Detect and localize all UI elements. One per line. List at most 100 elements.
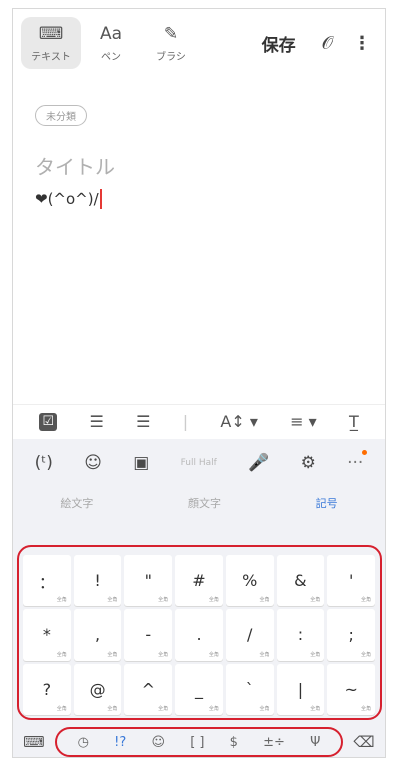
symbol-key-label: " <box>144 571 152 591</box>
divider: | <box>182 412 189 431</box>
symbol-key-label: & <box>294 571 307 591</box>
symbol-keys-grid: ：全角! 全角 " 全角 # 全角% 全角 & 全角 ' 全角 * 全角, 全角 - 全角. 全角 / 全角: 全角;… <box>23 555 375 715</box>
symbol-key-width-label: 全角 <box>208 705 219 712</box>
delete-icon[interactable]: ⌫ <box>349 733 379 751</box>
symbol-key-label: ^ <box>141 679 155 699</box>
symbol-key-label: / <box>247 625 253 645</box>
recent-icon[interactable]: ◷ <box>78 735 89 750</box>
checkbox-icon[interactable]: ☑ <box>39 412 58 431</box>
body-text: ❤(^o^)/ <box>35 190 99 208</box>
symbol-key[interactable]: ~ 全角 <box>327 663 375 715</box>
more-icon[interactable]: ··· <box>347 450 368 473</box>
mode-text-button[interactable]: ⌨ テキスト <box>21 17 81 69</box>
pen-icon: Aa <box>99 24 123 44</box>
symbol-key-width-label: 全角 <box>360 705 371 712</box>
symbol-key[interactable]: @ 全角 <box>73 663 122 715</box>
symbol-key-width-label: 全角 <box>158 705 169 712</box>
symbol-key[interactable]: / 全角 <box>225 609 274 661</box>
symbol-key[interactable]: # 全角 <box>175 555 223 607</box>
keyboard-tabs: 絵文字 顔文字 記号 <box>13 487 385 519</box>
symbol-key-label: . <box>196 625 202 645</box>
symbol-key[interactable]: * 全角 <box>23 609 71 661</box>
symbol-key-width-label: 全角 <box>158 597 169 604</box>
symbol-key[interactable]: : 全角 <box>276 609 325 661</box>
align-icon[interactable]: ≡ ▾ <box>290 412 317 431</box>
brackets-category[interactable]: [ ] <box>190 735 204 750</box>
tab-emoticon[interactable]: 顔文字 <box>188 495 221 511</box>
symbol-key-label: ' <box>348 571 354 591</box>
math-category[interactable]: ±÷ <box>263 735 285 750</box>
emoticon-category[interactable]: ☺ <box>151 735 165 750</box>
symbol-key[interactable]: % 全角 <box>225 555 274 607</box>
symbol-key-width-label: 全角 <box>310 597 321 604</box>
symbol-key[interactable]: | 全角 <box>276 663 325 715</box>
symbol-key[interactable]: ：全角 <box>23 555 71 607</box>
symbol-key-label: ~ <box>344 679 358 699</box>
symbol-key[interactable]: ` 全角 <box>225 663 274 715</box>
numbered-list-icon[interactable]: ☰ <box>136 412 150 431</box>
text-style-icon[interactable]: T̲ <box>349 412 359 431</box>
tab-symbols[interactable]: 記号 <box>316 495 338 511</box>
symbol-keyboard: (ᵗ) ☺ ▣ Full Half 🎤 ⚙ ··· 絵文字 顔文字 記号 ：全角… <box>13 439 385 757</box>
symbol-key[interactable]: ; 全角 <box>327 609 375 661</box>
sticker-icon[interactable]: ▣ <box>133 453 149 473</box>
keyboard-icon: ⌨ <box>38 24 64 44</box>
symbol-key-label: ! <box>94 571 101 591</box>
keyboard-switch-icon[interactable]: ⌨ <box>19 733 49 751</box>
symbol-key-label: # <box>192 571 206 591</box>
keyboard-toolbar: (ᵗ) ☺ ▣ Full Half 🎤 ⚙ ··· <box>13 439 385 487</box>
mode-pen-button[interactable]: Aa ペン <box>81 17 141 69</box>
symbol-key[interactable]: - 全角 <box>124 609 173 661</box>
symbol-key[interactable]: _ 全角 <box>175 663 223 715</box>
symbol-key-width-label: 全角 <box>208 651 219 658</box>
translate-icon[interactable]: (ᵗ) <box>35 453 53 473</box>
symbol-key-width-label: 全角 <box>107 651 118 658</box>
paperclip-icon[interactable]: 𝒪 <box>322 33 333 54</box>
misc-symbol-category[interactable]: Ψ <box>310 735 320 750</box>
more-options-icon[interactable]: ⋮ <box>353 33 371 54</box>
symbol-key[interactable]: & 全角 <box>276 555 325 607</box>
symbol-key[interactable]: , 全角 <box>73 609 122 661</box>
punctuation-category[interactable]: !? <box>114 735 126 750</box>
symbol-key[interactable]: ! 全角 <box>73 555 122 607</box>
symbol-key-width-label: 全角 <box>56 651 67 658</box>
symbol-key-width-label: 全角 <box>259 597 270 604</box>
symbol-key-label: - <box>145 625 152 645</box>
symbol-key-width-label: 全角 <box>259 705 270 712</box>
more-icon-glyph: ··· <box>347 453 364 473</box>
brush-icon: ✎ <box>163 24 179 44</box>
symbol-key-label: _ <box>194 679 203 699</box>
font-size-icon[interactable]: A↕ ▾ <box>220 412 257 431</box>
currency-category[interactable]: $ <box>230 735 238 750</box>
microphone-icon[interactable]: 🎤 <box>248 453 269 473</box>
keyboard-bottom-row: ⌨ ◷ !? ☺ [ ] $ ±÷ Ψ ⌫ <box>13 725 385 757</box>
bulleted-list-icon[interactable]: ☰ <box>89 412 103 431</box>
title-field[interactable]: タイトル <box>35 151 115 180</box>
save-button[interactable]: 保存 <box>262 31 296 56</box>
tab-emoji[interactable]: 絵文字 <box>60 495 93 511</box>
full-half-icon[interactable]: Full Half <box>181 458 217 468</box>
symbol-key[interactable]: . 全角 <box>175 609 223 661</box>
body-text-field[interactable]: ❤(^o^)/ <box>35 189 102 209</box>
symbol-key[interactable]: ' 全角 <box>327 555 375 607</box>
settings-icon[interactable]: ⚙ <box>301 453 316 473</box>
symbol-key-label: ` <box>245 679 254 699</box>
symbol-key-label: * <box>42 625 51 645</box>
symbol-key-label: : <box>297 625 304 645</box>
symbol-key-width-label: 全角 <box>310 651 321 658</box>
symbol-key-width-label: 全角 <box>107 705 118 712</box>
symbol-key[interactable]: ^ 全角 <box>124 663 173 715</box>
note-editor-screen: ⌨ テキスト Aa ペン ✎ ブラシ 保存 𝒪 ⋮ 未分類 タイトル ❤(^o^… <box>12 8 386 758</box>
symbol-key-label: | <box>297 679 304 699</box>
symbol-key-width-label: 全角 <box>56 705 67 712</box>
symbol-key[interactable]: " 全角 <box>124 555 173 607</box>
category-chip[interactable]: 未分類 <box>35 105 87 126</box>
symbol-key-width-label: 全角 <box>107 597 118 604</box>
text-cursor <box>99 189 102 209</box>
mode-brush-button[interactable]: ✎ ブラシ <box>141 17 201 69</box>
emoji-icon[interactable]: ☺ <box>84 453 102 473</box>
mode-brush-label: ブラシ <box>156 52 186 63</box>
mode-pen-label: ペン <box>101 52 121 63</box>
symbol-key[interactable]: ? 全角 <box>23 663 71 715</box>
symbol-key-width-label: 全角 <box>310 705 321 712</box>
